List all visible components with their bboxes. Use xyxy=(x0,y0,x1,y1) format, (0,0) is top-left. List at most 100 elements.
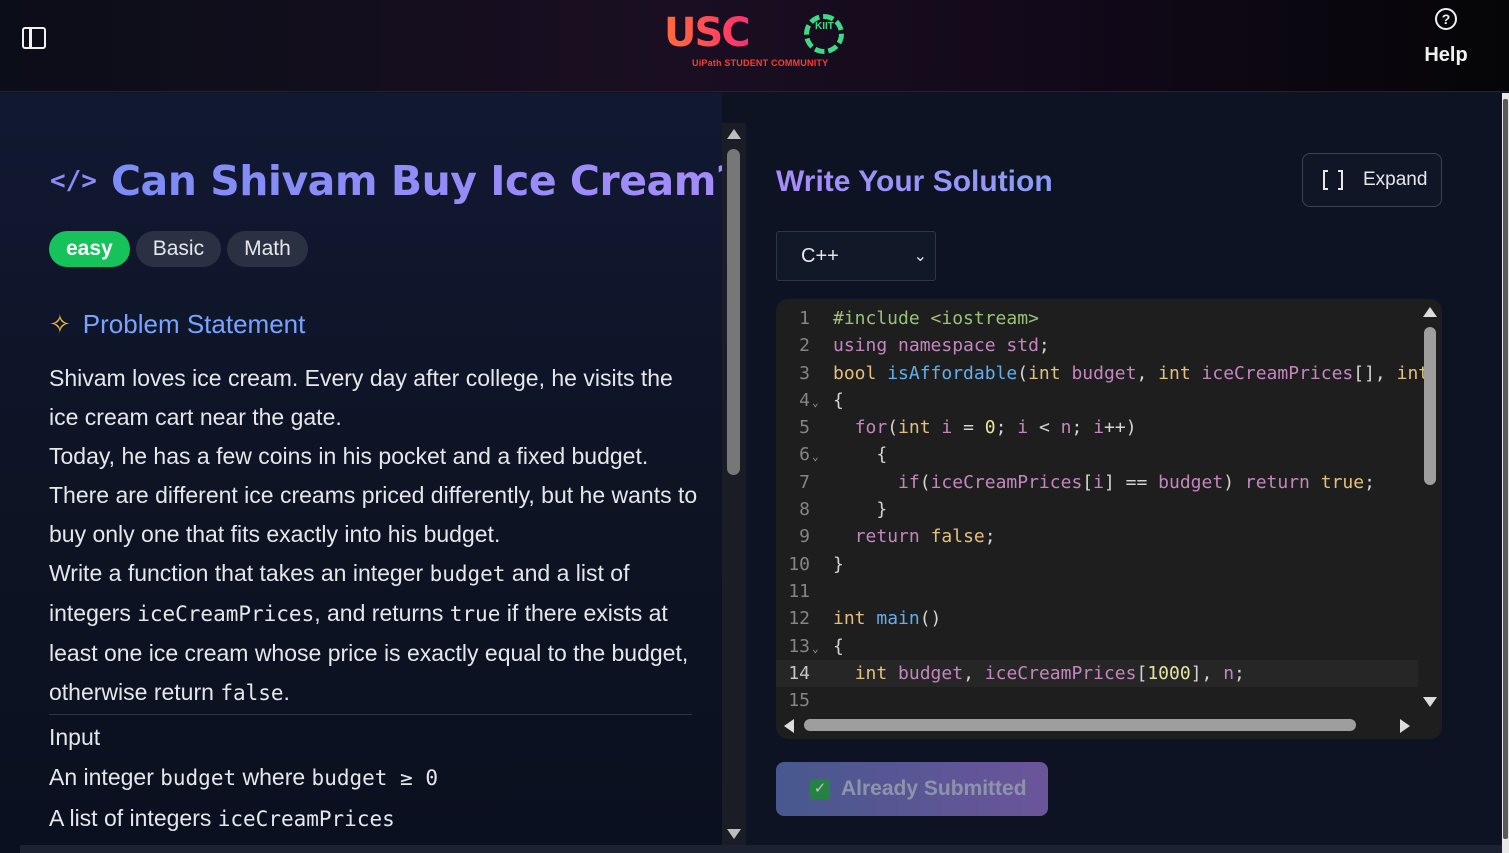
inline-code: iceCreamPrices xyxy=(137,602,315,626)
input-line: A list of integers iceCreamPrices xyxy=(49,798,438,839)
scroll-up-arrow-icon[interactable] xyxy=(1423,307,1437,317)
help-label: Help xyxy=(1424,44,1468,66)
scroll-thumb[interactable] xyxy=(727,149,740,475)
bottom-border xyxy=(20,845,1502,853)
code-line[interactable]: 4 ⌄ { xyxy=(776,387,1418,414)
divider xyxy=(49,714,692,715)
scroll-thumb[interactable] xyxy=(1424,327,1436,485)
already-submitted-button[interactable]: ✓ Already Submitted xyxy=(776,762,1048,816)
code-text[interactable]: { xyxy=(833,387,844,414)
code-line[interactable]: 1 #include <iostream> xyxy=(776,305,1418,332)
code-text[interactable]: { xyxy=(833,633,844,660)
topic-tag-math: Math xyxy=(227,231,308,267)
scroll-left-arrow-icon[interactable] xyxy=(784,719,794,733)
input-text: where xyxy=(236,764,312,790)
code-line[interactable]: 5 for(int i = 0; i < n; i++) xyxy=(776,414,1418,441)
checkmark-icon: ✓ xyxy=(810,779,830,799)
code-text[interactable]: { xyxy=(833,441,887,468)
sidebar-toggle-icon[interactable] xyxy=(22,27,46,49)
fold-chevron-icon[interactable]: ⌄ xyxy=(812,635,819,662)
scroll-right-arrow-icon[interactable] xyxy=(1400,719,1410,733)
language-select[interactable]: C++ ⌄ xyxy=(776,231,936,281)
line-number: 2 xyxy=(799,335,810,357)
line-number: 15 xyxy=(788,690,810,712)
code-line[interactable]: 12 int main() xyxy=(776,605,1418,632)
statement-paragraph: Today, he has a few coins in his pocket … xyxy=(49,443,649,469)
statement-text: . xyxy=(283,679,290,705)
section-header: ✧ Problem Statement xyxy=(49,309,305,340)
scroll-thumb[interactable] xyxy=(804,719,1356,731)
problem-panel: </> Can Shivam Buy Ice Cream? easy Basic… xyxy=(0,93,740,853)
code-line[interactable]: 8 } xyxy=(776,496,1418,523)
logo-subtitle: UiPath STUDENT COMMUNITY xyxy=(692,58,829,68)
code-line[interactable]: 13 ⌄ { xyxy=(776,633,1418,660)
code-text[interactable]: return false; xyxy=(833,523,996,550)
line-number: 10 xyxy=(788,553,810,575)
scroll-down-arrow-icon[interactable] xyxy=(1423,697,1437,707)
code-text[interactable]: if(iceCreamPrices[i] == budget) return t… xyxy=(833,469,1375,496)
scroll-down-arrow-icon[interactable] xyxy=(727,829,741,839)
help-circle-icon: ? xyxy=(1435,8,1457,30)
submit-label: Already Submitted xyxy=(841,777,1027,800)
line-number: 1 xyxy=(799,308,810,329)
code-line[interactable]: 15 xyxy=(776,687,1418,714)
problem-tags: easy Basic Math xyxy=(49,231,308,267)
code-line[interactable]: 10} xyxy=(776,551,1418,578)
editor-horizontal-scrollbar[interactable] xyxy=(776,713,1418,737)
input-text: A list of integers xyxy=(49,805,218,831)
line-number: 7 xyxy=(799,471,810,493)
code-line[interactable]: 6 ⌄ { xyxy=(776,441,1418,468)
code-text[interactable]: #include <iostream> xyxy=(833,305,1039,332)
sparkle-icon: ✧ xyxy=(49,309,71,339)
code-text[interactable]: } xyxy=(833,496,887,523)
code-text[interactable]: for(int i = 0; i < n; i++) xyxy=(833,414,1137,441)
inline-code: budget ≥ 0 xyxy=(311,766,438,790)
line-number: 14 xyxy=(788,662,810,684)
code-text[interactable]: int budget, iceCreamPrices[1000], n; xyxy=(833,660,1245,687)
problem-title: Can Shivam Buy Ice Cream? xyxy=(110,157,740,205)
inline-code: budget xyxy=(160,766,237,790)
code-text[interactable]: using namespace std; xyxy=(833,332,1050,359)
help-button[interactable]: ? Help xyxy=(1420,6,1472,72)
problem-title-row: </> Can Shivam Buy Ice Cream? xyxy=(50,157,740,205)
logo-text: USC xyxy=(664,10,751,56)
problem-scrollbar[interactable] xyxy=(722,123,746,845)
code-lines[interactable]: 1 #include <iostream> 2 using namespace st… xyxy=(776,305,1429,714)
page-scrollbar[interactable] xyxy=(1502,93,1509,853)
line-number: 12 xyxy=(788,608,810,630)
code-text[interactable]: } xyxy=(833,551,844,578)
code-line[interactable]: 11 xyxy=(776,578,1418,605)
kiit-gear-icon: KIIT xyxy=(804,14,844,54)
code-line[interactable]: 2 using namespace std; xyxy=(776,332,1418,359)
statement-paragraph: There are different ice creams priced di… xyxy=(49,482,698,547)
code-line[interactable]: 7 if(iceCreamPrices[i] == budget) return… xyxy=(776,469,1418,496)
topic-tag-basic: Basic xyxy=(135,231,222,267)
language-value: C++ xyxy=(801,244,839,267)
editor-vertical-scrollbar[interactable] xyxy=(1418,299,1442,739)
inline-code: false xyxy=(220,681,284,705)
scroll-up-arrow-icon[interactable] xyxy=(727,129,741,139)
fold-chevron-icon[interactable]: ⌄ xyxy=(812,389,819,416)
scroll-thumb[interactable] xyxy=(1503,99,1508,839)
code-editor[interactable]: 1 #include <iostream> 2 using namespace st… xyxy=(776,299,1442,739)
top-bar: USC KIIT UiPath STUDENT COMMUNITY ? Help xyxy=(0,0,1509,92)
code-line[interactable]: 3 bool isAffordable(int budget, int iceCr… xyxy=(776,360,1429,387)
line-number: 13 xyxy=(788,635,810,657)
input-heading: Input xyxy=(49,724,101,750)
code-line-active[interactable]: 14 int budget, iceCreamPrices[1000], n; xyxy=(776,659,1418,688)
line-number: 9 xyxy=(799,526,810,548)
statement-paragraph: Shivam loves ice cream. Every day after … xyxy=(49,365,673,430)
usc-logo[interactable]: USC KIIT UiPath STUDENT COMMUNITY xyxy=(664,10,854,72)
fold-chevron-icon[interactable]: ⌄ xyxy=(812,443,819,470)
chevron-down-icon: ⌄ xyxy=(913,248,927,265)
inline-code: true xyxy=(449,602,501,626)
solution-panel: Write Your Solution Expand C++ ⌄ 1 #inclu… xyxy=(746,93,1502,853)
difficulty-tag: easy xyxy=(49,231,130,267)
code-text[interactable]: int main() xyxy=(833,605,941,632)
expand-button[interactable]: Expand xyxy=(1302,153,1442,207)
statement-text: , and returns xyxy=(314,600,450,626)
code-text[interactable]: bool isAffordable(int budget, int iceCre… xyxy=(833,360,1429,387)
inline-code: iceCreamPrices xyxy=(217,807,395,831)
line-number: 5 xyxy=(799,417,810,439)
code-line[interactable]: 9 return false; xyxy=(776,523,1418,550)
